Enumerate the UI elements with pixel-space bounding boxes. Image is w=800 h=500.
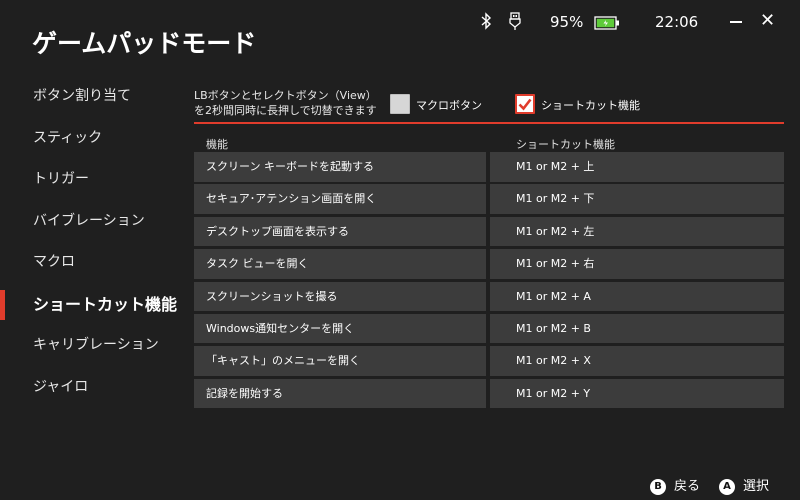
shortcut-cell[interactable]: M1 or M2 + 上 xyxy=(490,152,784,182)
sidebar-item-shortcut[interactable]: ショートカット機能 xyxy=(0,284,180,326)
function-cell[interactable]: スクリーン キーボードを起動する xyxy=(194,152,486,182)
table-row: 「キャスト」のメニューを開く M1 or M2 + X xyxy=(194,346,784,378)
macro-button-checkbox[interactable] xyxy=(390,94,410,114)
function-cell[interactable]: セキュア･アテンション画面を開く xyxy=(194,184,486,214)
shortcut-cell[interactable]: M1 or M2 + A xyxy=(490,281,784,312)
table-row: セキュア･アテンション画面を開く M1 or M2 + 下 xyxy=(194,184,784,216)
column-header-shortcut: ショートカット機能 xyxy=(516,138,615,151)
minimize-icon[interactable] xyxy=(730,21,742,23)
back-label: 戻る xyxy=(674,479,701,494)
close-icon[interactable]: ✕ xyxy=(760,10,775,31)
function-cell[interactable]: Windows通知センターを開く xyxy=(194,313,486,344)
column-header-function: 機能 xyxy=(206,138,228,151)
checkmark-icon xyxy=(518,98,532,111)
usb-device-icon xyxy=(508,12,522,34)
shortcut-cell[interactable]: M1 or M2 + 右 xyxy=(490,249,784,279)
sidebar-item-gyro[interactable]: ジャイロ xyxy=(0,367,180,409)
select-label: 選択 xyxy=(743,479,770,494)
shortcut-cell[interactable]: M1 or M2 + Y xyxy=(490,378,784,409)
page-title: ゲームパッドモード xyxy=(32,29,257,58)
mode-switch-description: LBボタンとセレクトボタン（View）を2秒間同時に長押しで切替できます xyxy=(194,89,377,117)
table-row: Windows通知センターを開く M1 or M2 + B xyxy=(194,313,784,346)
clock-time: 22:06 xyxy=(655,13,699,31)
sidebar-item-vibration[interactable]: バイブレーション xyxy=(0,201,180,243)
table-row: タスク ビューを開く M1 or M2 + 右 xyxy=(194,249,784,281)
shortcut-cell[interactable]: M1 or M2 + 下 xyxy=(490,184,784,214)
bluetooth-icon xyxy=(480,12,492,34)
sidebar-item-calibration[interactable]: キャリブレーション xyxy=(0,325,180,367)
macro-button-label: マクロボタン xyxy=(416,99,482,112)
a-button-icon: A xyxy=(719,479,735,495)
shortcut-label: ショートカット機能 xyxy=(541,99,640,112)
function-cell[interactable]: スクリーンショットを撮る xyxy=(194,281,486,312)
function-cell[interactable]: 記録を開始する xyxy=(194,378,486,409)
function-cell[interactable]: 「キャスト」のメニューを開く xyxy=(194,346,486,376)
shortcut-cell[interactable]: M1 or M2 + B xyxy=(490,313,784,344)
sidebar-item-stick[interactable]: スティック xyxy=(0,118,180,160)
table-row: 記録を開始する M1 or M2 + Y xyxy=(194,378,784,411)
status-bar: 95% 22:06 ✕ xyxy=(460,10,800,34)
sidebar-item-button-assignment[interactable]: ボタン割り当て xyxy=(0,76,180,118)
shortcut-checkbox[interactable] xyxy=(515,94,535,114)
sidebar-item-macro[interactable]: マクロ xyxy=(0,242,180,284)
table-row: デスクトップ画面を表示する M1 or M2 + 左 xyxy=(194,216,784,249)
sidebar-nav: ボタン割り当て スティック トリガー バイブレーション マクロ ショートカット機… xyxy=(0,76,180,408)
accent-divider xyxy=(194,122,784,124)
function-cell[interactable]: デスクトップ画面を表示する xyxy=(194,216,486,247)
table-row: スクリーン キーボードを起動する M1 or M2 + 上 xyxy=(194,152,784,184)
table-row: スクリーンショットを撮る M1 or M2 + A xyxy=(194,281,784,314)
function-cell[interactable]: タスク ビューを開く xyxy=(194,249,486,279)
shortcut-cell[interactable]: M1 or M2 + X xyxy=(490,346,784,376)
shortcut-table: スクリーン キーボードを起動する M1 or M2 + 上 セキュア･アテンショ… xyxy=(194,152,784,411)
b-button-icon: B xyxy=(650,479,666,495)
battery-icon xyxy=(594,15,620,34)
battery-percent: 95% xyxy=(550,13,584,31)
sidebar-item-trigger[interactable]: トリガー xyxy=(0,159,180,201)
shortcut-cell[interactable]: M1 or M2 + 左 xyxy=(490,216,784,247)
